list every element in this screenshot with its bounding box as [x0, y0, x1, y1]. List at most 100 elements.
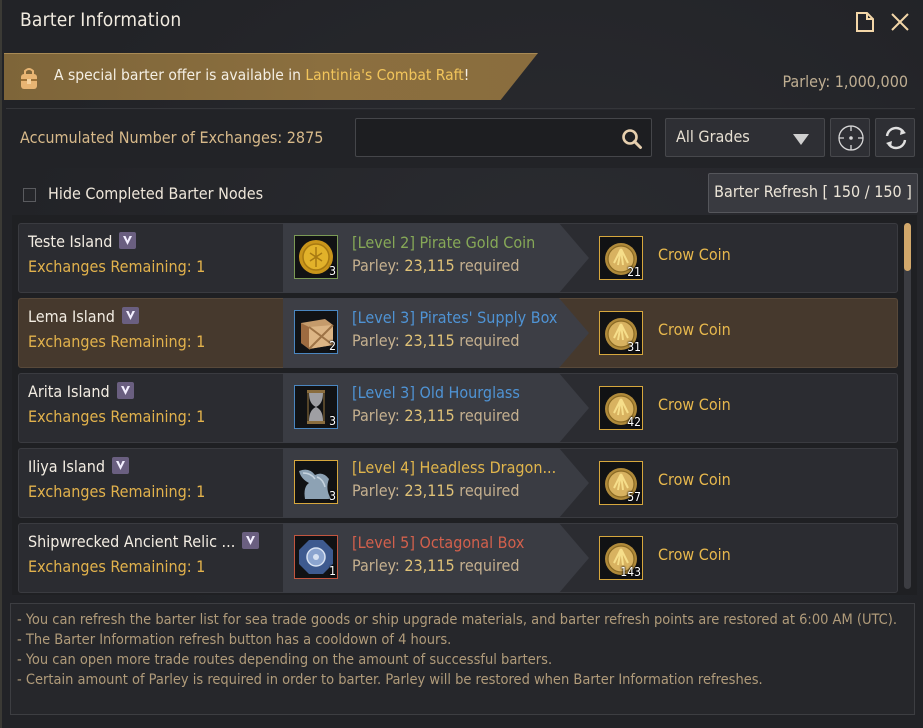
barter-row[interactable]: Teste Island Exchanges Remaining: 1 3 [L… — [18, 223, 898, 293]
accumulated-exchanges: Accumulated Number of Exchanges: 2875 — [20, 128, 324, 147]
reward-item-slot[interactable]: 143 — [599, 536, 643, 580]
give-item-panel[interactable]: 1 [Level 5] Octagonal Box Parley: 23,115… — [283, 523, 589, 593]
expand-chevron-icon[interactable] — [242, 532, 260, 549]
island-name-text: Arita Island — [28, 382, 110, 401]
parley-total: Parley: 1,000,000 — [782, 72, 908, 91]
island-name: Iliya Island — [28, 457, 129, 476]
give-item-name: [Level 5] Octagonal Box — [352, 533, 525, 552]
reward-quantity: 21 — [627, 265, 641, 279]
exchanges-remaining: Exchanges Remaining: 1 — [28, 407, 206, 426]
barter-row[interactable]: Iliya Island Exchanges Remaining: 1 3 [L… — [18, 448, 898, 518]
reward-item-slot[interactable]: 31 — [599, 311, 643, 355]
document-icon[interactable] — [854, 11, 876, 33]
reward-item-name: Crow Coin — [658, 545, 731, 564]
exchanges-remaining: Exchanges Remaining: 1 — [28, 257, 206, 276]
search-box[interactable] — [355, 118, 652, 157]
refresh-list-button[interactable] — [875, 118, 915, 157]
give-item-name: [Level 2] Pirate Gold Coin — [352, 233, 536, 252]
give-item-panel[interactable]: 3 [Level 3] Old Hourglass Parley: 23,115… — [283, 373, 589, 443]
expand-chevron-icon[interactable] — [119, 232, 137, 249]
reward-item-slot[interactable]: 21 — [599, 236, 643, 280]
parley-cost-suffix: required — [454, 406, 520, 425]
refresh-icon — [885, 126, 907, 150]
reward-quantity: 31 — [627, 340, 641, 354]
island-name: Lema Island — [28, 307, 139, 326]
give-item-quantity: 2 — [329, 339, 336, 353]
parley-cost-value: 23,115 — [404, 481, 455, 500]
reward-item-name: Crow Coin — [658, 470, 731, 489]
barter-list: Teste Island Exchanges Remaining: 1 3 [L… — [12, 215, 917, 595]
give-item-panel[interactable]: 2 [Level 3] Pirates' Supply Box Parley: … — [283, 298, 589, 368]
hide-completed-checkbox[interactable] — [23, 188, 36, 202]
parley-cost-value: 23,115 — [404, 406, 455, 425]
locate-button[interactable] — [830, 118, 870, 157]
parley-cost: Parley: 23,115 required — [352, 256, 520, 275]
give-item-slot[interactable]: 2 — [294, 310, 338, 354]
crosshair-icon — [838, 125, 864, 151]
island-name: Shipwrecked Ancient Relic ... — [28, 532, 260, 551]
scrollbar-track[interactable] — [904, 223, 911, 589]
reward-item-slot[interactable]: 57 — [599, 461, 643, 505]
banner-text-suffix: ! — [463, 66, 470, 84]
reward-quantity: 143 — [620, 565, 641, 579]
note-line: - You can refresh the barter list for se… — [17, 612, 897, 628]
special-offer-banner[interactable]: A special barter offer is available in L… — [4, 53, 538, 100]
search-input[interactable] — [364, 125, 614, 151]
window-title: Barter Information — [20, 9, 182, 31]
barter-row[interactable]: Arita Island Exchanges Remaining: 1 3 [L… — [18, 373, 898, 443]
title-bar: Barter Information — [2, 0, 923, 46]
give-item-panel[interactable]: 3 [Level 4] Headless Dragon... Parley: 2… — [283, 448, 589, 518]
exchanges-remaining: Exchanges Remaining: 1 — [28, 482, 206, 501]
banner-location-link[interactable]: Lantinia's Combat Raft — [305, 66, 463, 84]
give-item-name: [Level 3] Pirates' Supply Box — [352, 308, 558, 327]
barter-refresh-button[interactable]: Barter Refresh [ 150 / 150 ] — [708, 173, 918, 213]
exchanges-remaining: Exchanges Remaining: 1 — [28, 557, 206, 576]
notes-panel: - You can refresh the barter list for se… — [10, 603, 915, 715]
give-item-slot[interactable]: 3 — [294, 460, 338, 504]
banner-text: A special barter offer is available in — [54, 66, 306, 84]
barter-row[interactable]: Shipwrecked Ancient Relic ... Exchanges … — [18, 523, 898, 593]
island-name-text: Iliya Island — [28, 457, 105, 476]
parley-cost-value: 23,115 — [404, 256, 455, 275]
reward-quantity: 42 — [627, 415, 641, 429]
barter-information-window: Barter Information A special barter offe… — [0, 0, 923, 728]
give-item-name: [Level 4] Headless Dragon... — [352, 458, 557, 477]
parley-cost: Parley: 23,115 required — [352, 556, 520, 575]
island-name-text: Shipwrecked Ancient Relic ... — [28, 532, 236, 551]
give-item-slot[interactable]: 1 — [294, 535, 338, 579]
parley-cost: Parley: 23,115 required — [352, 331, 520, 350]
island-name: Teste Island — [28, 232, 137, 251]
barter-row[interactable]: Lema Island Exchanges Remaining: 1 2 [Le… — [18, 298, 898, 368]
parley-cost-label: Parley: — [352, 331, 405, 350]
island-name: Arita Island — [28, 382, 134, 401]
note-line: - You can open more trade routes dependi… — [17, 652, 553, 668]
grade-dropdown[interactable]: All Grades — [665, 118, 825, 157]
chevron-down-icon — [793, 134, 809, 145]
hide-completed-label: Hide Completed Barter Nodes — [48, 184, 264, 203]
parley-cost-value: 23,115 — [404, 556, 455, 575]
banner-message: A special barter offer is available in L… — [54, 66, 469, 84]
give-item-slot[interactable]: 3 — [294, 235, 338, 279]
give-item-name: [Level 3] Old Hourglass — [352, 383, 520, 402]
expand-chevron-icon[interactable] — [116, 382, 134, 399]
give-item-slot[interactable]: 3 — [294, 385, 338, 429]
parley-cost-label: Parley: — [352, 556, 405, 575]
parley-cost-suffix: required — [454, 481, 520, 500]
scrollbar-thumb[interactable] — [904, 223, 911, 271]
backpack-icon — [18, 67, 40, 95]
close-icon[interactable] — [889, 11, 911, 33]
island-name-text: Lema Island — [28, 307, 115, 326]
reward-quantity: 57 — [627, 490, 641, 504]
expand-chevron-icon[interactable] — [121, 307, 139, 324]
reward-item-slot[interactable]: 42 — [599, 386, 643, 430]
grade-dropdown-value: All Grades — [676, 127, 750, 146]
parley-cost-label: Parley: — [352, 256, 405, 275]
expand-chevron-icon[interactable] — [111, 457, 129, 474]
search-icon[interactable] — [621, 128, 643, 154]
give-item-quantity: 3 — [329, 489, 336, 503]
give-item-quantity: 3 — [329, 264, 336, 278]
parley-cost: Parley: 23,115 required — [352, 481, 520, 500]
note-line: - The Barter Information refresh button … — [17, 632, 452, 648]
parley-cost-label: Parley: — [352, 481, 405, 500]
give-item-panel[interactable]: 3 [Level 2] Pirate Gold Coin Parley: 23,… — [283, 223, 589, 293]
